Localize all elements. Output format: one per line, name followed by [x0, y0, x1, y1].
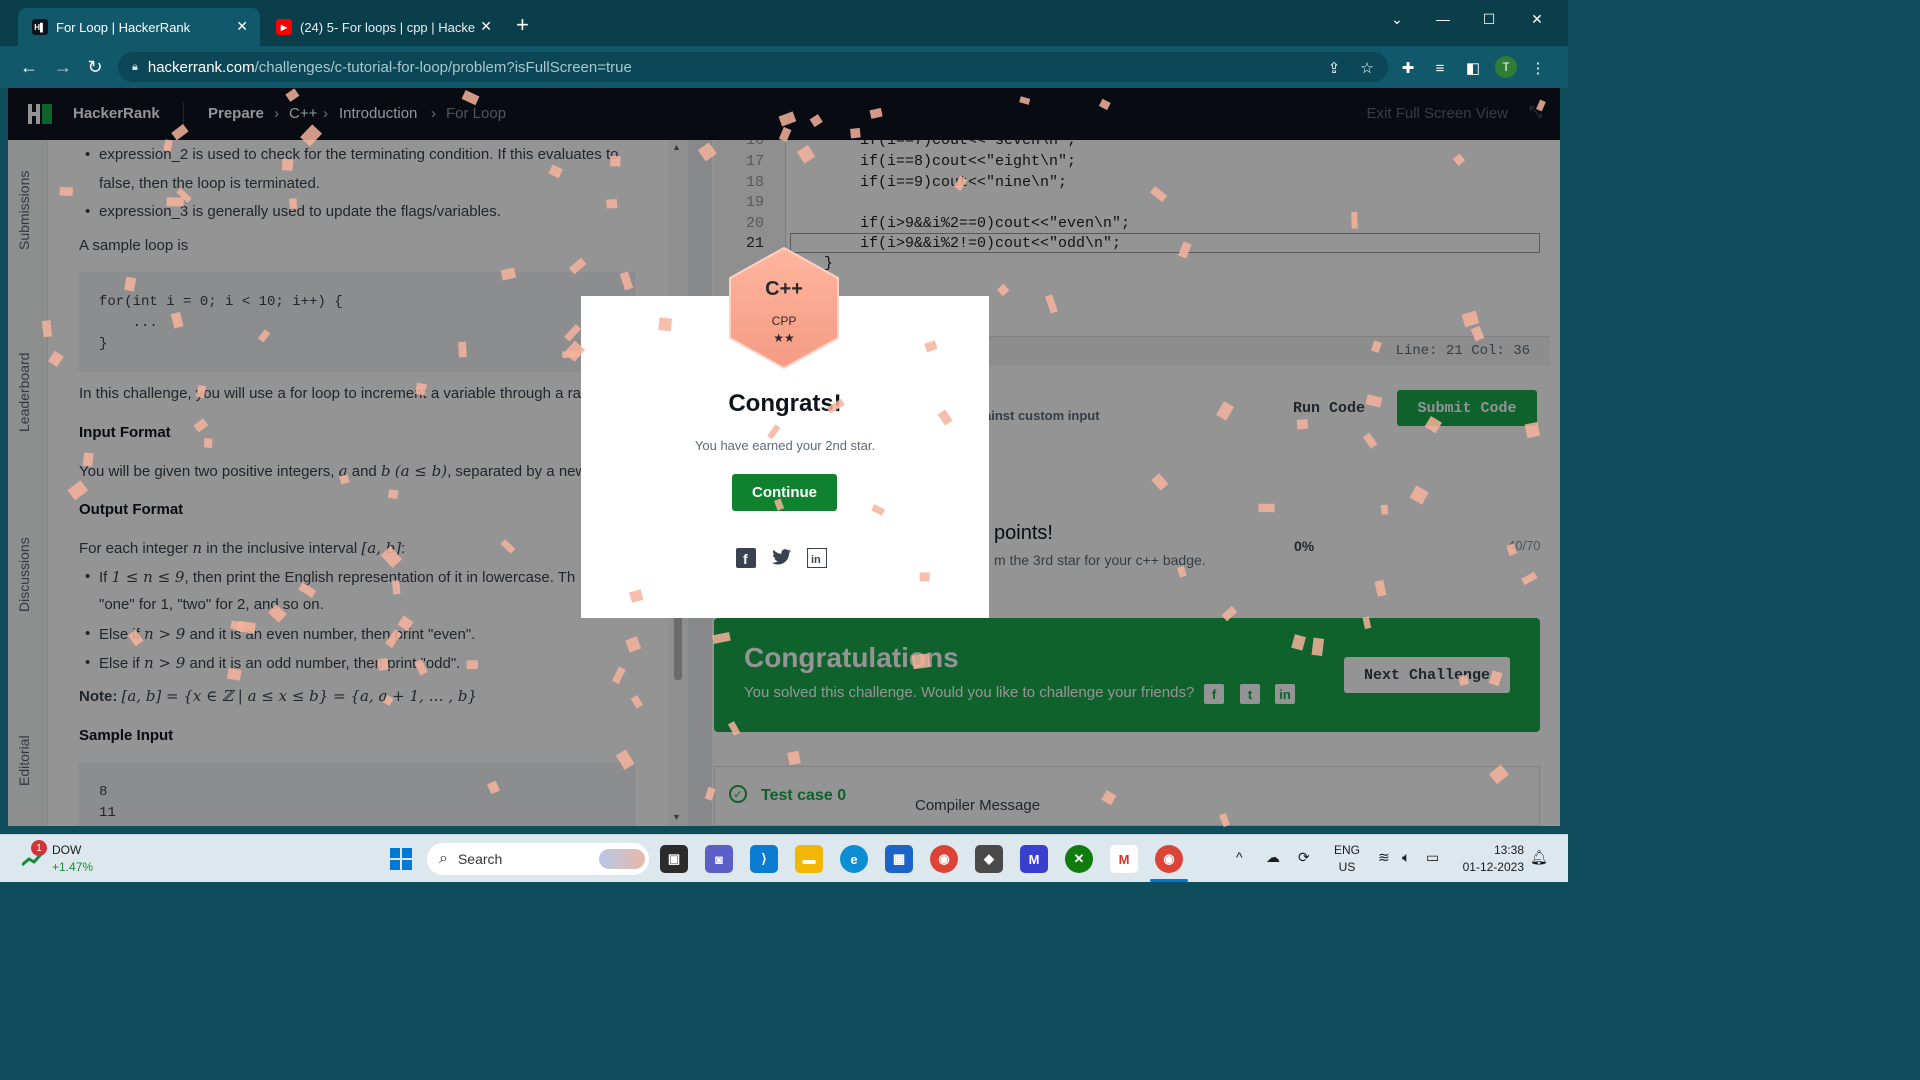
- cpp-badge: C++ CPP ★★: [728, 246, 840, 370]
- browser-toolbar: ← → ↻ 🔒︎ hackerrank.com/challenges/c-tut…: [0, 46, 1568, 88]
- linkedin-icon[interactable]: in: [807, 548, 827, 568]
- lock-icon: 🔒︎: [132, 60, 138, 73]
- chrome-icon[interactable]: ◉: [930, 845, 958, 873]
- badge-language: C++: [765, 278, 803, 300]
- svg-text:f: f: [743, 551, 748, 567]
- stock-change: +1.47%: [52, 860, 94, 874]
- windows-start-icon[interactable]: [387, 845, 415, 873]
- reload-icon[interactable]: ↻: [82, 54, 108, 80]
- back-icon[interactable]: ←: [16, 54, 42, 80]
- wifi-icon[interactable]: ≋: [1378, 849, 1390, 866]
- edge-icon[interactable]: e: [840, 845, 868, 873]
- minimize-button[interactable]: —: [1420, 4, 1466, 34]
- windows-taskbar: 1 DOW +1.47% ⌕ Search ▣ ◙ ⟩ ▬ e ▦ ◉ ◆ M …: [0, 834, 1568, 882]
- bookmark-star-icon[interactable]: ☆: [1357, 58, 1377, 78]
- clock[interactable]: 13:38 01-12-2023: [1456, 843, 1524, 874]
- clock-date: 01-12-2023: [1462, 860, 1524, 874]
- clock-time: 13:38: [1493, 843, 1524, 857]
- close-tab-icon[interactable]: ✕: [480, 18, 492, 35]
- search-icon: ⌕: [439, 850, 448, 867]
- store-icon[interactable]: ▦: [885, 845, 913, 873]
- search-highlight-icon: [599, 849, 645, 869]
- url-host: hackerrank.com: [147, 58, 255, 76]
- vscode-icon[interactable]: ⟩: [750, 845, 778, 873]
- language-indicator[interactable]: ENG US: [1334, 843, 1360, 874]
- active-app-indicator: [1150, 879, 1188, 882]
- twitter-icon[interactable]: [772, 548, 792, 568]
- media-control-icon[interactable]: ≡: [1430, 58, 1450, 78]
- profile-avatar[interactable]: T: [1495, 56, 1517, 78]
- region-code: US: [1338, 860, 1356, 874]
- close-window-button[interactable]: ✕: [1514, 4, 1560, 34]
- task-view-icon[interactable]: ▣: [660, 845, 688, 873]
- address-bar[interactable]: 🔒︎ hackerrank.com/challenges/c-tutorial-…: [118, 52, 1388, 82]
- maximize-button[interactable]: ☐: [1466, 4, 1512, 34]
- hackerrank-favicon-icon: H▌: [32, 19, 48, 35]
- badge-name: CPP: [771, 314, 797, 328]
- close-tab-icon[interactable]: ✕: [236, 18, 248, 35]
- teams-chat-icon[interactable]: ◙: [705, 845, 733, 873]
- tab-for-loop[interactable]: H▌ For Loop | HackerRank ✕: [18, 8, 260, 46]
- taskbar-search[interactable]: ⌕ Search: [427, 843, 649, 875]
- continue-button[interactable]: Continue: [732, 474, 837, 511]
- search-label: Search: [457, 851, 503, 867]
- facebook-icon[interactable]: f: [736, 548, 756, 568]
- badge-stars: ★★: [773, 331, 795, 345]
- tab-title: For Loop | HackerRank: [56, 19, 191, 35]
- tab-search-icon[interactable]: ⌄: [1374, 4, 1420, 34]
- file-explorer-icon[interactable]: ▬: [795, 845, 823, 873]
- gmail-icon[interactable]: M: [1110, 845, 1138, 873]
- tab-title: (24) 5- For loops | cpp | Hackerra: [300, 19, 476, 35]
- onedrive-icon[interactable]: ☁: [1266, 849, 1280, 866]
- xbox-icon[interactable]: ✕: [1065, 845, 1093, 873]
- forward-icon[interactable]: →: [50, 54, 76, 80]
- sync-icon[interactable]: ⟳: [1298, 849, 1310, 866]
- extensions-icon[interactable]: ✚: [1398, 58, 1418, 78]
- new-tab-button[interactable]: +: [516, 12, 529, 38]
- side-panel-icon[interactable]: ◧: [1463, 58, 1483, 78]
- browser-tab-bar: H▌ For Loop | HackerRank ✕ ▶ (24) 5- For…: [0, 0, 1568, 46]
- url-path: /challenges/c-tutorial-for-loop/problem?…: [254, 58, 632, 76]
- share-icon[interactable]: ⇪: [1324, 58, 1344, 78]
- modal-title: Congrats!: [728, 390, 842, 417]
- modal-subtitle: You have earned your 2nd star.: [694, 438, 876, 453]
- hexagon-badge-icon: [729, 246, 839, 370]
- app-cube-icon[interactable]: ◆: [975, 845, 1003, 873]
- youtube-favicon-icon: ▶: [276, 19, 292, 35]
- stock-name[interactable]: DOW: [52, 843, 81, 857]
- svg-text:in: in: [811, 554, 821, 566]
- menu-kebab-icon[interactable]: ⋮: [1528, 58, 1548, 78]
- notification-badge: 1: [31, 840, 47, 856]
- notification-bell-icon[interactable]: 🔔︎: [1530, 849, 1548, 866]
- tab-youtube[interactable]: ▶ (24) 5- For loops | cpp | Hackerra ✕: [262, 8, 504, 46]
- chrome-profile-icon[interactable]: ◉: [1155, 845, 1183, 873]
- language-code: ENG: [1334, 843, 1361, 857]
- app-m-icon[interactable]: M: [1020, 845, 1048, 873]
- battery-icon[interactable]: ▭: [1426, 849, 1439, 866]
- volume-icon[interactable]: 🔈︎: [1402, 849, 1410, 866]
- show-hidden-icons-icon[interactable]: ^: [1236, 849, 1243, 865]
